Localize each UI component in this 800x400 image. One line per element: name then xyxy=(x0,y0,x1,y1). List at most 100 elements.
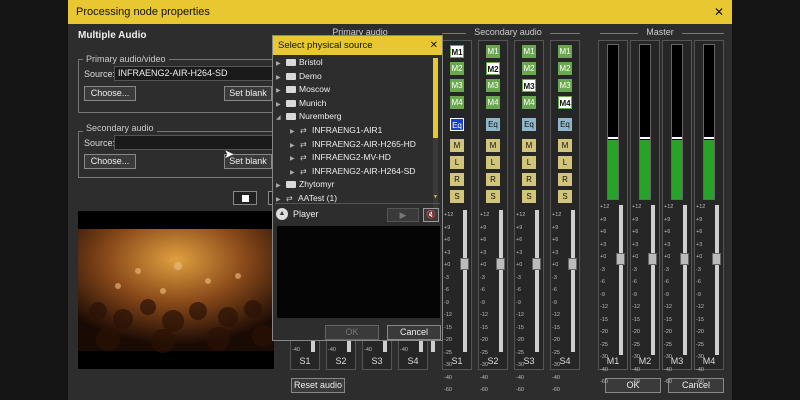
video-stop-button[interactable] xyxy=(233,191,257,205)
tree-item[interactable]: ◢ Nuremberg xyxy=(276,110,342,123)
strip-s-button[interactable]: S xyxy=(486,190,500,203)
dialog-close-icon[interactable]: ✕ xyxy=(430,36,438,55)
fader-handle[interactable] xyxy=(568,258,577,270)
strip-s-button[interactable]: S xyxy=(558,190,572,203)
strip-m3-button[interactable]: M3 xyxy=(558,79,572,92)
tree-item[interactable]: ▶ Moscow xyxy=(276,83,330,96)
strip-m-button[interactable]: M xyxy=(486,139,500,152)
fader-handle[interactable] xyxy=(460,258,469,270)
strip-m1-button[interactable]: M1 xyxy=(522,45,536,58)
tree-item[interactable]: ▶ ⇄ INFRAENG2-MV-HD xyxy=(290,151,391,164)
strip-m2-button[interactable]: M2 xyxy=(522,62,536,75)
fader-handle[interactable] xyxy=(648,253,657,265)
strip-m3-button[interactable]: M3 xyxy=(486,79,500,92)
tree-item[interactable]: ▶ ⇄ INFRAENG2-AIR-H265-HD xyxy=(290,138,416,151)
tree-item[interactable]: ▶ Zhytomyr xyxy=(276,178,334,191)
strip-m1-button[interactable]: M1 xyxy=(558,45,572,58)
db-tick: -40 xyxy=(292,347,300,353)
tree-item[interactable]: ▶ Munich xyxy=(276,97,326,110)
dialog-ok-button[interactable]: OK xyxy=(325,325,379,340)
fader-handle[interactable] xyxy=(532,258,541,270)
fader-track xyxy=(571,210,575,352)
db-tick: +3 xyxy=(552,249,559,256)
strip-r-button[interactable]: R xyxy=(522,173,536,186)
secondary-choose-button[interactable]: Choose... xyxy=(84,154,136,169)
fader-handle[interactable] xyxy=(616,253,625,265)
eq-button[interactable]: Eq xyxy=(450,118,464,131)
eq-button[interactable]: Eq xyxy=(522,118,536,131)
fader-handle[interactable] xyxy=(712,253,721,265)
strip-m4-button[interactable]: M4 xyxy=(486,96,500,109)
primary-source-field[interactable]: INFRAENG2-AIR-H264-SD xyxy=(114,66,274,81)
level-meter xyxy=(607,44,619,200)
collapsed-arrow-icon[interactable]: ▶ xyxy=(276,194,286,207)
db-tick: -9 xyxy=(664,291,669,298)
db-tick: -60 xyxy=(480,387,488,393)
db-tick: -9 xyxy=(696,291,701,298)
strip-r-button[interactable]: R xyxy=(450,173,464,186)
strip-m1-button[interactable]: M1 xyxy=(486,45,500,58)
mute-icon[interactable]: 🔇 xyxy=(423,208,439,222)
fader-handle[interactable] xyxy=(496,258,505,270)
db-tick: -40 xyxy=(444,374,452,381)
window-close-icon[interactable]: ✕ xyxy=(712,0,726,24)
strip-s-button[interactable]: S xyxy=(450,190,464,203)
strip-m-button[interactable]: M xyxy=(522,139,536,152)
select-source-dialog: Select physical source ✕ ▶ Bristol ▶ Demo ▶ M… xyxy=(272,35,443,341)
primary-set-blank-button[interactable]: Set blank xyxy=(224,86,272,101)
strip-s-button[interactable]: S xyxy=(522,190,536,203)
db-tick: -15 xyxy=(664,316,672,323)
strip-l-button[interactable]: L xyxy=(558,156,572,169)
db-tick: +3 xyxy=(600,241,607,248)
channel-label: S3 xyxy=(371,356,383,366)
strip-m1-button[interactable]: M1 xyxy=(450,45,464,58)
strip-m2-button[interactable]: M2 xyxy=(450,62,464,75)
channel-label: S1 xyxy=(299,356,311,366)
strip-l-button[interactable]: L xyxy=(522,156,536,169)
strip-r-button[interactable]: R xyxy=(558,173,572,186)
strip-m2-button[interactable]: M2 xyxy=(558,62,572,75)
db-tick: -60 xyxy=(664,379,672,385)
tree-item-label: Demo xyxy=(299,70,322,81)
strip-m3-button[interactable]: M3 xyxy=(450,79,464,92)
channel-label: S2 xyxy=(335,356,347,366)
primary-choose-button[interactable]: Choose... xyxy=(84,86,136,101)
master-header: Master xyxy=(646,27,674,37)
dialog-cancel-button[interactable]: Cancel xyxy=(387,325,441,340)
tree-item[interactable]: ▶ ⇄ INFRAENG1-AIR1 xyxy=(290,124,382,137)
channel-label: M1 xyxy=(606,356,620,366)
db-tick: -60 xyxy=(444,387,452,393)
strip-m4-button[interactable]: M4 xyxy=(522,96,536,109)
strip-r-button[interactable]: R xyxy=(486,173,500,186)
db-tick: +9 xyxy=(600,216,607,223)
strip-m-button[interactable]: M xyxy=(558,139,572,152)
strip-l-button[interactable]: L xyxy=(486,156,500,169)
folder-icon xyxy=(286,72,296,80)
eq-button[interactable]: Eq xyxy=(486,118,500,131)
db-tick: -3 xyxy=(632,266,637,273)
expanded-arrow-icon[interactable]: ◢ xyxy=(276,112,286,125)
tree-item[interactable]: ▶ Bristol xyxy=(276,56,323,69)
eq-button[interactable]: Eq xyxy=(558,118,572,131)
dialog-titlebar: Select physical source xyxy=(273,36,442,55)
strip-l-button[interactable]: L xyxy=(450,156,464,169)
strip-m2-button[interactable]: M2 xyxy=(486,62,500,75)
db-tick: +0 xyxy=(632,254,639,260)
fader-track xyxy=(463,210,467,352)
strip-m-button[interactable]: M xyxy=(450,139,464,152)
tree-scrollbar[interactable] xyxy=(433,58,438,214)
secondary-source-field[interactable] xyxy=(114,135,274,150)
play-icon[interactable]: ▶ xyxy=(387,208,419,222)
strip-m4-button[interactable]: M4 xyxy=(558,96,572,109)
db-tick: -25 xyxy=(632,341,640,348)
master-header-line-left xyxy=(600,33,638,34)
strip-m4-button[interactable]: M4 xyxy=(450,96,464,109)
fader-handle[interactable] xyxy=(680,253,689,265)
scroll-down-icon[interactable]: ▼ xyxy=(433,194,438,200)
tree-item[interactable]: ▶ ⇄ INFRAENG2-AIR-H264-SD xyxy=(290,165,415,178)
reset-audio-button[interactable]: Reset audio xyxy=(291,378,345,393)
player-collapse-icon[interactable]: ▲ xyxy=(276,208,288,220)
strip-m3-button[interactable]: M3 xyxy=(522,79,536,92)
tree-scroll-thumb[interactable] xyxy=(433,58,438,138)
tree-item[interactable]: ▶ Demo xyxy=(276,70,322,83)
